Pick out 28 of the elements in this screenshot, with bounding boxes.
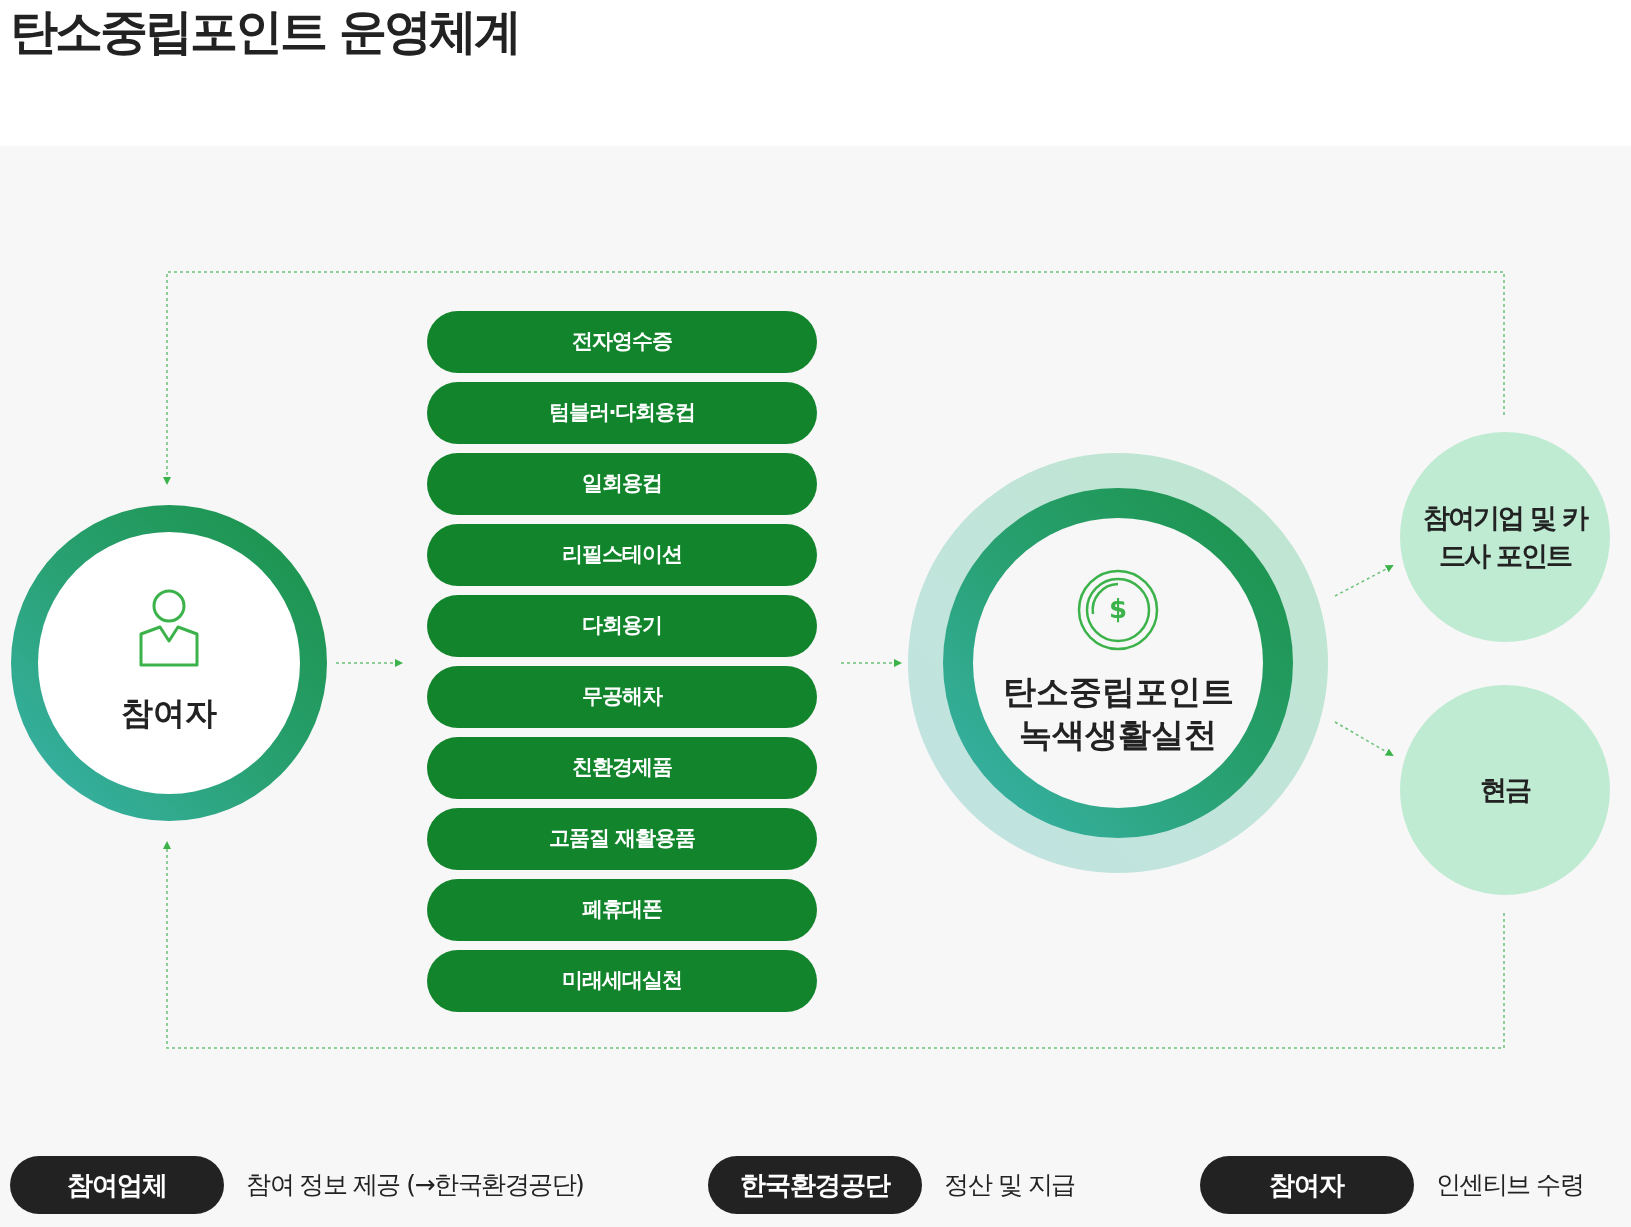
activity-pill: 다회용기 — [427, 595, 817, 657]
activity-pill: 무공해차 — [427, 666, 817, 728]
activity-pill: 리필스테이션 — [427, 524, 817, 586]
flow-arrow — [1334, 565, 1394, 597]
dollar-sign: $ — [1109, 594, 1128, 625]
flow-arrow — [840, 659, 902, 667]
role-description: 참여 정보 제공 (→한국환경공단) — [246, 1169, 584, 1202]
activity-pill: 전자영수증 — [427, 311, 817, 373]
reward-circle: 현금 — [1400, 685, 1610, 895]
role-description: 정산 및 지급 — [944, 1169, 1075, 1202]
activity-pill: 고품질 재활용품 — [427, 808, 817, 870]
role-badge: 참여자 — [1199, 1156, 1414, 1214]
role-description: 인센티브 수령 — [1435, 1169, 1584, 1202]
role-badge: 한국환경공단 — [708, 1156, 923, 1214]
activity-pill: 친환경제품 — [427, 737, 817, 799]
participant-label: 참여자 — [121, 693, 217, 734]
activity-pill: 미래세대실천 — [427, 950, 817, 1012]
activity-pill: 폐휴대폰 — [427, 879, 817, 941]
center-label: 탄소중립포인트 녹색생활실천 — [1002, 671, 1234, 756]
role-badge: 참여업체 — [10, 1156, 224, 1214]
activity-pill: 텀블러·다회용컵 — [427, 382, 817, 444]
flow-arrow — [335, 659, 403, 667]
reward-circle: 참여기업 및 카드사 포인트 — [1400, 432, 1610, 642]
flow-arrow — [1334, 721, 1394, 756]
page-title: 탄소중립포인트 운영체계 — [9, 2, 520, 61]
coin-icon — [1077, 569, 1159, 652]
person-icon — [138, 589, 200, 667]
activity-pill: 일회용컵 — [427, 453, 817, 515]
